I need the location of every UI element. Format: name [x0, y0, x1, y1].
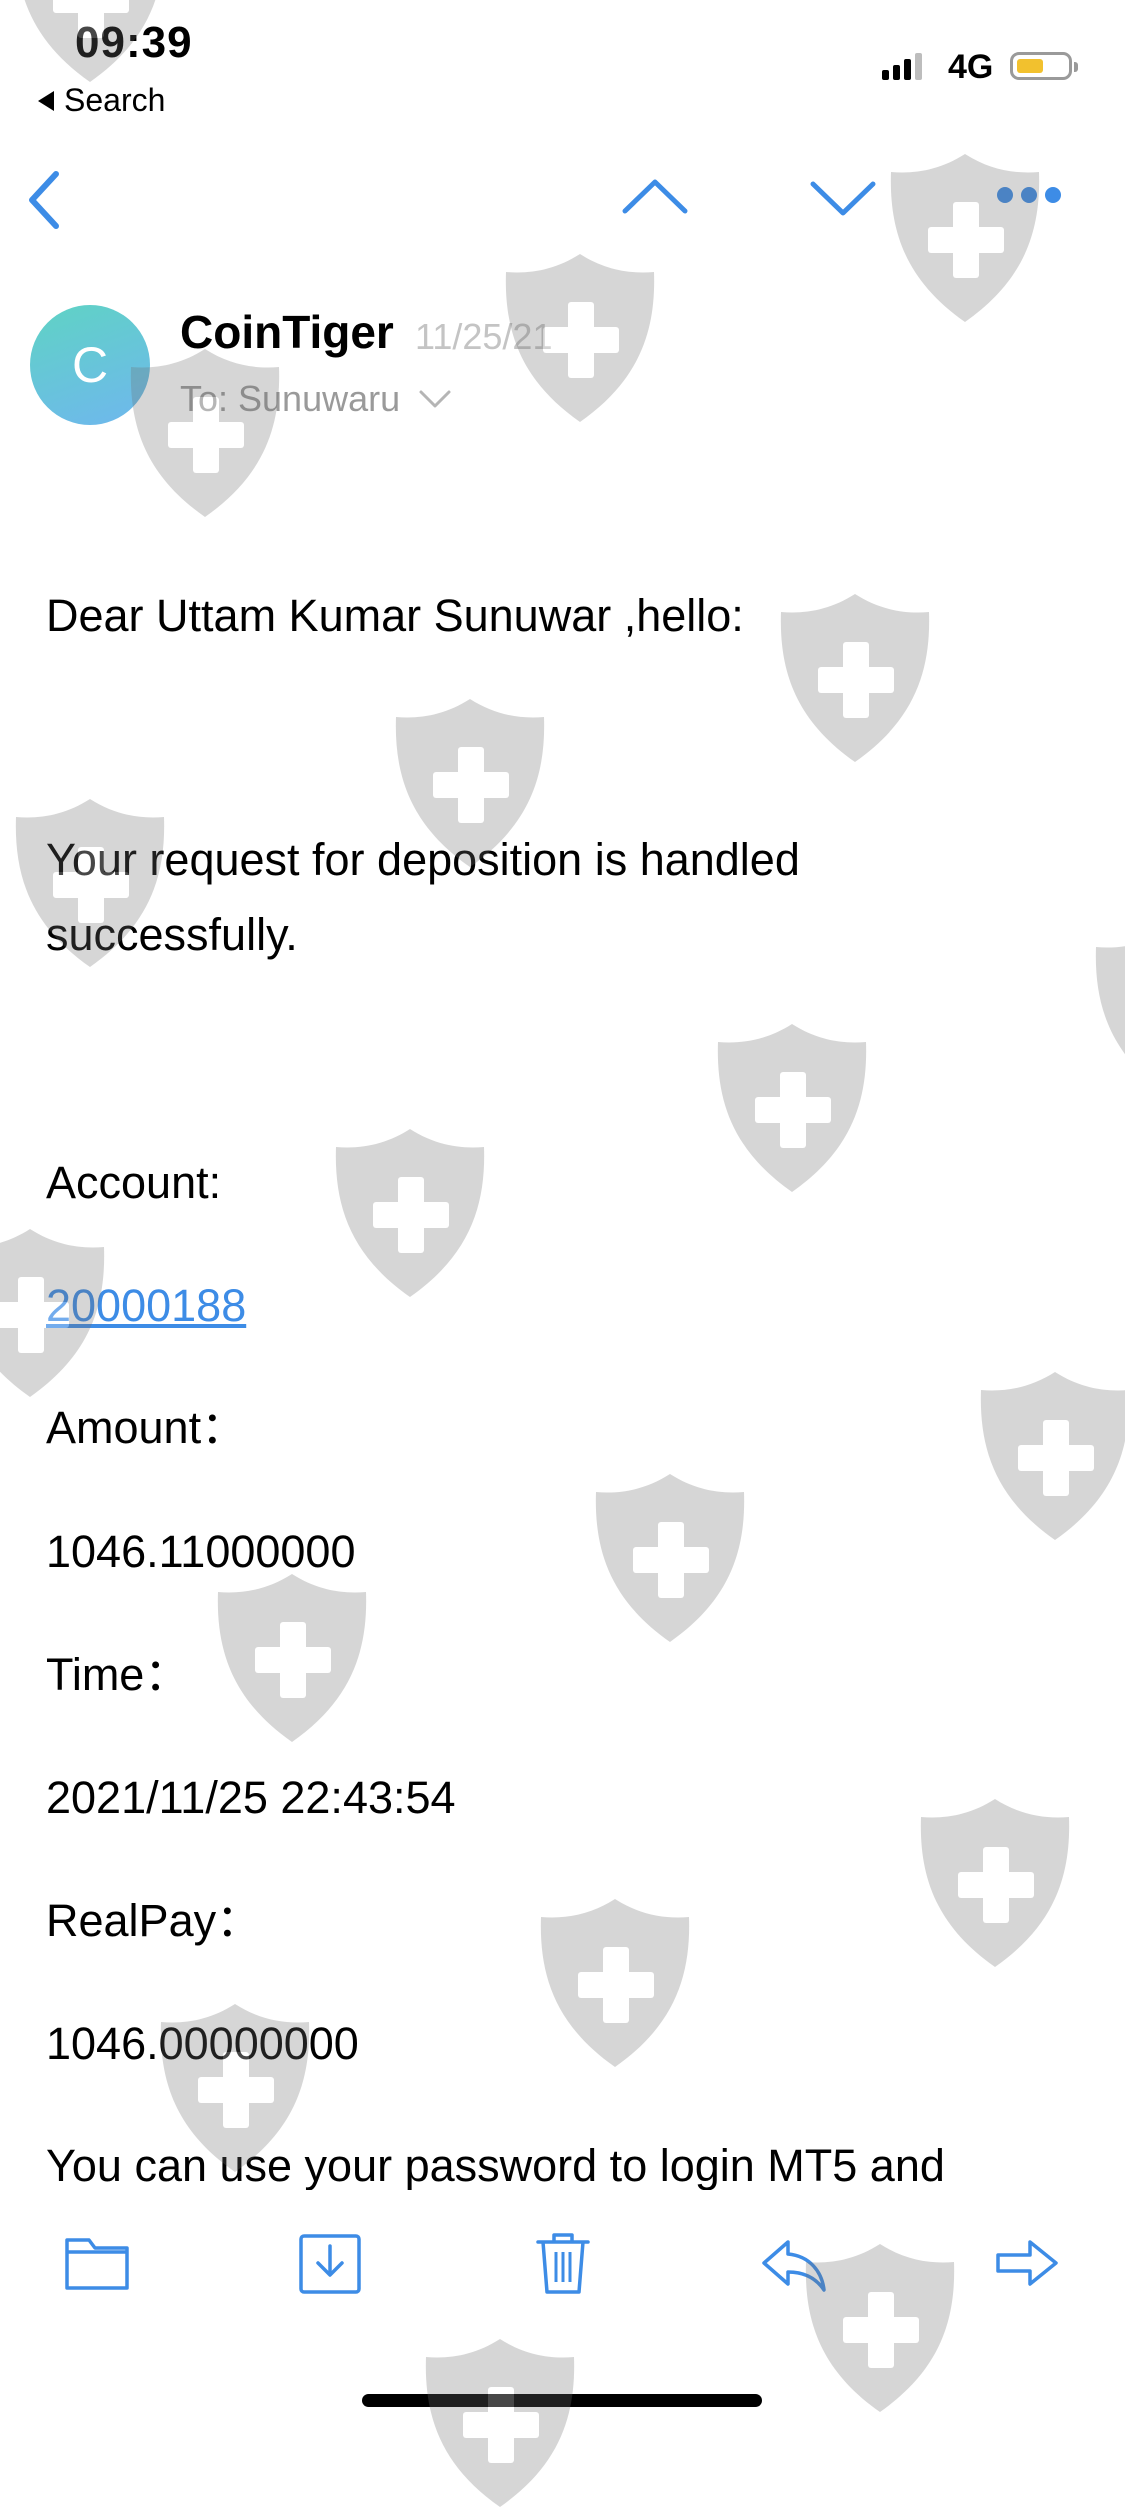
chevron-down-icon[interactable] [418, 388, 452, 410]
message-footer-line: You can use your password to login MT5 a… [46, 2140, 945, 2190]
back-triangle-icon [38, 90, 54, 111]
watermark-shield-icon [212, 1570, 372, 1745]
cellular-signal-icon [882, 52, 922, 80]
watermark-shield-icon [590, 1470, 750, 1645]
watermark-shield-icon [1090, 925, 1125, 1100]
watermark-shield-icon [975, 1368, 1125, 1543]
watermark-shield-icon [535, 1895, 695, 2070]
account-number-link[interactable]: 20000188 [46, 1268, 246, 1343]
folder-icon[interactable] [62, 2228, 132, 2298]
time-label: Time： [46, 1649, 190, 1700]
battery-icon [1010, 52, 1078, 80]
status-time: 09:39 [75, 18, 193, 67]
watermark-shield-icon [330, 1125, 490, 1300]
trash-icon[interactable] [528, 2228, 598, 2298]
account-label: Account: [46, 1157, 222, 1208]
watermark-shield-icon [775, 590, 935, 765]
watermark-shield-icon [420, 2335, 580, 2510]
recipient-line[interactable]: To: Sunuwaru [180, 378, 452, 420]
archive-icon[interactable] [295, 2228, 365, 2298]
greeting: Dear Uttam Kumar Sunuwar ,hello: [46, 590, 744, 641]
back-app-label: Search [64, 82, 166, 118]
message-line-1: Your request for deposition is handled [46, 834, 800, 885]
time-value: 2021/11/25 22:43:54 [46, 1772, 456, 1823]
back-chevron-icon[interactable] [24, 168, 64, 232]
watermark-shield-icon [712, 1020, 872, 1195]
more-icon[interactable] [994, 184, 1064, 206]
reply-icon[interactable] [758, 2228, 828, 2298]
amount-value: 1046.11000000 [46, 1526, 356, 1577]
sender-name[interactable]: CoinTiger [180, 305, 394, 359]
avatar: C [30, 305, 150, 425]
back-to-app-link[interactable]: Search [38, 82, 165, 119]
realpay-value: 1046.00000000 [46, 2018, 359, 2069]
message-line-2: successfully. [46, 909, 298, 960]
home-indicator [362, 2394, 762, 2407]
previous-message-icon[interactable] [620, 176, 690, 216]
recipient-label: To: Sunuwaru [180, 378, 401, 419]
network-type: 4G [948, 48, 994, 86]
next-message-icon[interactable] [808, 178, 878, 218]
watermark-shield-icon [915, 1795, 1075, 1970]
message-date: 11/25/21 [415, 316, 553, 357]
realpay-label: RealPay： [46, 1895, 262, 1946]
forward-icon[interactable] [992, 2228, 1062, 2298]
watermark-shield-icon [885, 150, 1045, 325]
amount-label: Amount： [46, 1402, 247, 1453]
